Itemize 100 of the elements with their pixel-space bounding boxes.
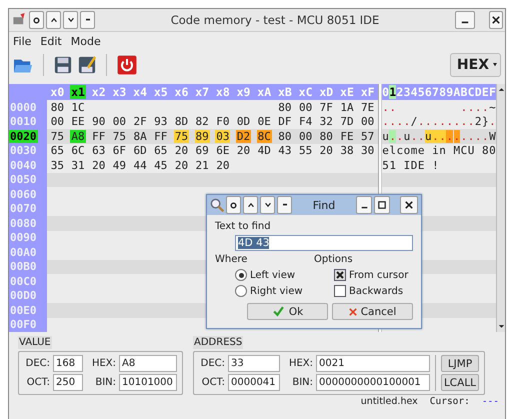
radio-button[interactable] <box>235 269 247 281</box>
ascii-char[interactable]: . <box>382 100 389 114</box>
scrollbar[interactable] <box>496 84 505 332</box>
ascii-char[interactable]: . <box>468 115 474 128</box>
input-field[interactable]: 250 <box>53 374 83 391</box>
ascii-char[interactable]: . <box>446 115 453 128</box>
ascii-char[interactable]: / <box>410 115 418 128</box>
hex-byte[interactable]: 21 <box>194 158 210 172</box>
hex-byte[interactable]: 65 <box>153 144 168 158</box>
ascii-char[interactable]: D <box>410 158 418 172</box>
hex-byte[interactable]: 49 <box>112 158 128 172</box>
shade-button[interactable] <box>46 11 61 29</box>
hex-byte[interactable]: 69 <box>194 144 210 158</box>
ascii-char[interactable]: . <box>404 115 410 128</box>
hex-byte[interactable]: 0E <box>256 115 272 128</box>
search-field[interactable]: 4D 43 <box>235 235 413 251</box>
hex-byte[interactable]: 45 <box>153 158 168 172</box>
lower-button[interactable] <box>260 196 275 214</box>
ascii-char[interactable]: n <box>439 144 446 158</box>
ascii-char[interactable]: e <box>418 144 424 158</box>
hex-byte[interactable]: 00 <box>298 130 314 143</box>
hex-byte[interactable]: 20 <box>91 158 106 172</box>
radio-button[interactable] <box>235 285 247 297</box>
jump-button[interactable]: LCALL <box>441 374 479 391</box>
checkbox[interactable] <box>334 285 346 297</box>
minimize-button[interactable] <box>356 196 372 214</box>
hex-byte[interactable]: 6F <box>112 144 128 158</box>
ascii-char[interactable]: . <box>425 115 432 128</box>
hex-byte[interactable]: 8D <box>174 115 190 128</box>
ascii-char[interactable]: l <box>389 144 396 158</box>
hex-byte[interactable]: 7D <box>339 115 355 128</box>
hex-byte[interactable]: 80 <box>318 130 334 143</box>
hex-byte[interactable]: 80 <box>50 100 65 114</box>
ascii-char[interactable]: i <box>432 144 439 158</box>
ascii-char[interactable]: I <box>404 158 410 172</box>
input-field[interactable]: 33 <box>228 355 280 372</box>
ascii-char[interactable]: W <box>489 130 496 143</box>
close-button[interactable] <box>400 196 418 214</box>
ascii-char[interactable]: 8 <box>482 144 489 158</box>
ascii-char[interactable]: E <box>418 158 424 172</box>
window-menu-button[interactable] <box>226 196 241 214</box>
menu-item[interactable]: File <box>13 34 32 48</box>
ascii-char[interactable]: . <box>432 115 439 128</box>
hex-byte[interactable]: 80 <box>277 100 293 114</box>
hex-byte[interactable]: F0 <box>215 115 230 128</box>
ascii-char[interactable]: 2 <box>474 115 482 128</box>
hex-byte[interactable]: 32 <box>318 115 334 128</box>
input-field[interactable]: 0021 <box>316 355 430 372</box>
ascii-char[interactable]: } <box>482 115 489 128</box>
menu-item[interactable]: Edit <box>40 34 62 48</box>
ascii-char[interactable]: . <box>389 115 396 128</box>
hex-byte[interactable]: 2F <box>132 115 148 128</box>
ascii-char[interactable]: 1 <box>389 158 396 172</box>
ascii-char[interactable]: M <box>454 144 460 158</box>
ok-button[interactable]: Ok <box>247 303 328 320</box>
hex-byte[interactable]: 7E <box>360 100 376 114</box>
hex-byte[interactable]: 6E <box>215 144 230 158</box>
hex-byte[interactable]: 82 <box>194 115 210 128</box>
hex-byte[interactable]: 20 <box>318 144 334 158</box>
hex-byte[interactable]: 30 <box>360 144 376 158</box>
input-field[interactable]: 0000000000100001 <box>316 374 430 391</box>
hex-byte[interactable]: D2 <box>236 130 252 143</box>
input-field[interactable]: 10101000 <box>119 374 177 391</box>
hex-byte[interactable]: 44 <box>132 158 148 172</box>
mode-dropdown[interactable]: HEX <box>450 53 501 77</box>
hex-byte[interactable]: 35 <box>50 158 65 172</box>
hex-byte[interactable]: 80 <box>277 130 293 143</box>
hex-byte[interactable]: 8A <box>132 130 148 143</box>
hex-byte[interactable]: 00 <box>112 115 128 128</box>
input-field[interactable]: 0000041 <box>228 374 280 391</box>
hex-byte[interactable]: DF <box>277 115 293 128</box>
ascii-char[interactable]: . <box>468 100 474 114</box>
hex-byte[interactable]: 4D <box>256 144 272 158</box>
hex-byte[interactable]: 90 <box>91 115 106 128</box>
ascii-char[interactable]: U <box>468 144 474 158</box>
hex-byte[interactable]: 75 <box>50 130 65 143</box>
ascii-char[interactable]: e <box>382 144 389 158</box>
checkbox[interactable] <box>334 269 346 281</box>
hex-byte[interactable]: 00 <box>50 115 65 128</box>
hex-byte[interactable]: 75 <box>174 130 190 143</box>
minimize-button[interactable] <box>455 11 475 29</box>
hex-byte[interactable]: 8C <box>256 130 272 143</box>
input-field[interactable]: A8 <box>119 355 177 372</box>
hex-byte[interactable]: 1C <box>70 100 86 114</box>
hex-byte[interactable]: 0D <box>236 115 252 128</box>
hex-byte[interactable]: 75 <box>112 130 128 143</box>
close-button[interactable] <box>489 11 503 29</box>
ascii-char[interactable]: . <box>489 115 496 128</box>
hex-byte[interactable]: 57 <box>360 130 376 143</box>
jump-button[interactable]: LJMP <box>441 355 479 372</box>
ascii-char[interactable]: 5 <box>382 158 389 172</box>
input-field[interactable]: 168 <box>53 355 83 372</box>
ascii-char[interactable]: . <box>482 130 489 143</box>
hex-byte[interactable]: 20 <box>236 144 252 158</box>
ascii-char[interactable]: . <box>439 115 446 128</box>
maximize-button[interactable] <box>374 196 390 214</box>
hex-byte[interactable]: 43 <box>277 144 293 158</box>
hex-byte[interactable]: 20 <box>174 158 190 172</box>
ascii-char[interactable]: . <box>389 100 396 114</box>
ascii-char[interactable]: u <box>382 130 389 143</box>
